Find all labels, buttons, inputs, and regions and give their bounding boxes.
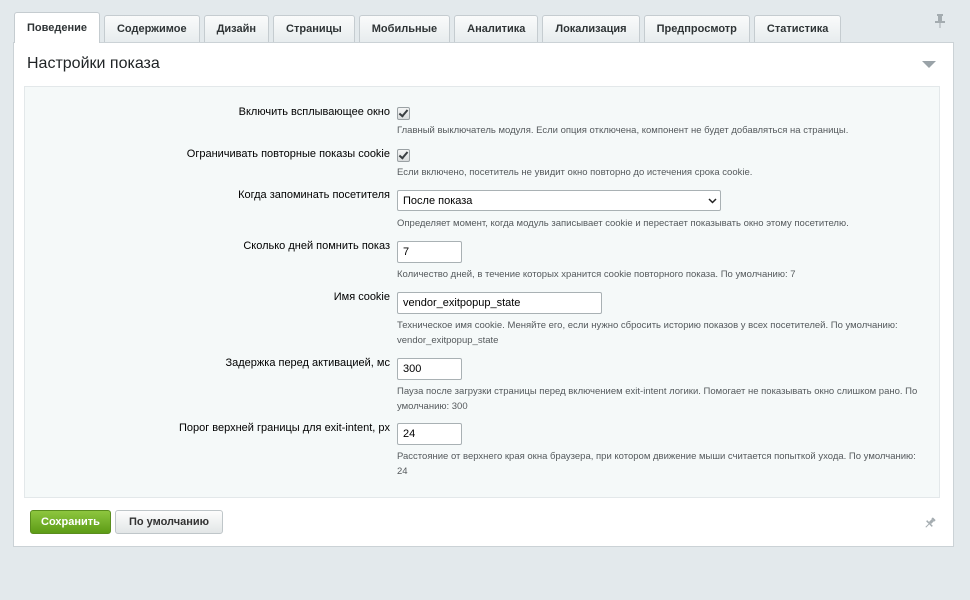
field-hint: Пауза после загрузки страницы перед вклю…	[397, 386, 918, 412]
tab-mobile[interactable]: Мобильные	[358, 15, 451, 42]
field-hint: Определяет момент, когда модуль записыва…	[397, 218, 849, 229]
pin-icon[interactable]	[934, 14, 946, 28]
field-label: Сколько дней помнить показ	[243, 240, 390, 252]
checkbox-checked[interactable]	[397, 149, 410, 162]
popup-enabled-checkbox[interactable]	[397, 107, 410, 120]
pin-icon[interactable]	[924, 517, 936, 529]
field-label: Включить всплывающее окно	[238, 106, 390, 118]
tab-content[interactable]: Содержимое	[103, 15, 200, 42]
tab-analytics[interactable]: Аналитика	[454, 15, 539, 42]
settings-form: Включить всплывающее окно Главный выключ…	[24, 86, 940, 498]
remember-when-select[interactable]: После показа	[397, 190, 721, 211]
tab-pages[interactable]: Страницы	[273, 15, 355, 42]
limit-repeats-checkbox[interactable]	[397, 149, 410, 162]
save-button[interactable]: Сохранить	[30, 510, 111, 534]
field-hint: Техническое имя cookie. Меняйте его, есл…	[397, 320, 898, 346]
remember-days-input[interactable]: 7	[397, 241, 462, 263]
tab-bar: Поведение Содержимое Дизайн Страницы Моб…	[14, 8, 845, 43]
tab-label: Мобильные	[371, 23, 438, 35]
field-hint: Расстояние от верхнего края окна браузер…	[397, 451, 916, 477]
field-hint: Главный выключатель модуля. Если опция о…	[397, 125, 849, 136]
tab-label: Поведение	[27, 22, 87, 34]
field-label: Порог верхней границы для exit-intent, p…	[178, 422, 390, 434]
chevron-down-icon	[704, 195, 720, 207]
tab-label: Предпросмотр	[656, 23, 737, 35]
reset-defaults-button[interactable]: По умолчанию	[115, 510, 223, 534]
select-box[interactable]: После показа	[397, 190, 721, 211]
tab-label: Статистика	[766, 23, 829, 35]
panel-title: Настройки показа	[27, 55, 160, 72]
cookie-name-input[interactable]: vendor_exitpopup_state	[397, 292, 602, 314]
collapse-icon[interactable]	[922, 61, 936, 68]
tab-behavior[interactable]: Поведение	[14, 12, 100, 43]
field-label: Ограничивать повторные показы cookie	[186, 148, 390, 160]
tab-preview[interactable]: Предпросмотр	[643, 15, 750, 42]
tab-design[interactable]: Дизайн	[203, 15, 270, 42]
activation-delay-input[interactable]: 300	[397, 358, 462, 380]
field-label: Когда запоминать посетителя	[238, 189, 390, 201]
top-threshold-input[interactable]: 24	[397, 423, 462, 445]
tab-label: Дизайн	[216, 23, 257, 35]
tab-label: Содержимое	[116, 23, 187, 35]
field-label: Имя cookie	[333, 291, 390, 303]
field-hint: Если включено, посетитель не увидит окно…	[397, 167, 753, 178]
tab-label: Страницы	[286, 23, 342, 35]
tab-statistics[interactable]: Статистика	[753, 15, 842, 42]
select-value: После показа	[403, 194, 473, 207]
tab-label: Локализация	[555, 23, 627, 35]
field-label: Задержка перед активацией, мс	[225, 357, 390, 369]
checkbox-checked[interactable]	[397, 107, 410, 120]
field-hint: Количество дней, в течение которых храни…	[397, 269, 796, 280]
tab-localization[interactable]: Локализация	[542, 15, 640, 42]
settings-panel: Настройки показа Включить всплывающее ок…	[13, 42, 954, 547]
tab-label: Аналитика	[467, 23, 526, 35]
